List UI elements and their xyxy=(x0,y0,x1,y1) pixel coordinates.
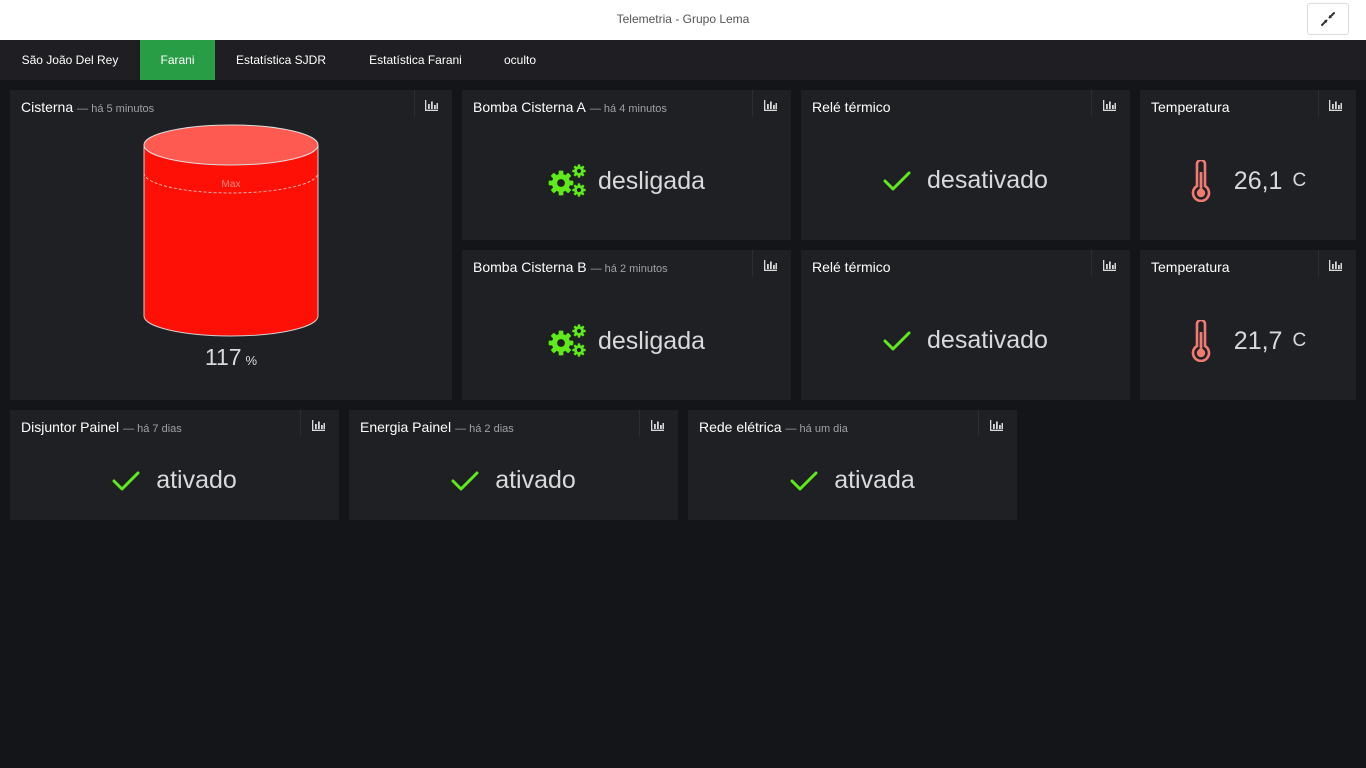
temperature-reading: 21,7 C xyxy=(1140,320,1356,362)
tab-farani[interactable]: Farani xyxy=(140,40,215,80)
panel-title-text: Energia Painel xyxy=(360,419,452,435)
panel-rele-termico-b: Relé térmico desativado xyxy=(801,250,1130,400)
divider xyxy=(300,410,301,436)
panel-title: Bomba Cisterna B — há 2 minutos xyxy=(473,259,668,275)
panel-bomba-cisterna-a: Bomba Cisterna A — há 4 minutos desligada xyxy=(462,90,791,240)
panel-rede-eletrica: Rede elétrica — há um dia ativada xyxy=(688,410,1017,520)
panel-temperatura-a: Temperatura 26,1 C xyxy=(1140,90,1356,240)
pump-status: desligada xyxy=(462,164,791,198)
divider xyxy=(1318,250,1319,276)
relay-status-text: desativado xyxy=(927,166,1048,194)
compress-icon xyxy=(1321,12,1335,26)
last-update: — há 7 dias xyxy=(123,423,182,435)
panel-title-text: Bomba Cisterna B xyxy=(473,259,587,275)
tab-estatistica-farani[interactable]: Estatística Farani xyxy=(347,40,484,80)
tank-level-unit: % xyxy=(245,353,258,368)
panel-title: Bomba Cisterna A — há 4 minutos xyxy=(473,99,667,115)
relay-status: desativado xyxy=(801,166,1130,195)
divider xyxy=(1091,250,1092,276)
panel-title-text: Rede elétrica xyxy=(699,419,782,435)
check-icon xyxy=(883,170,911,192)
panel-title: Relé térmico xyxy=(812,99,891,115)
panel-disjuntor-painel: Disjuntor Painel — há 7 dias ativado xyxy=(10,410,339,520)
chart-icon[interactable] xyxy=(425,100,438,111)
last-update: — há 5 minutos xyxy=(77,103,155,115)
tank-level: 117% xyxy=(10,344,452,371)
last-update: — há 2 minutos xyxy=(590,263,668,275)
chart-icon[interactable] xyxy=(651,420,664,431)
check-icon xyxy=(883,330,911,352)
chart-icon[interactable] xyxy=(1103,100,1116,111)
tab-sao-joao-del-rey[interactable]: São João Del Rey xyxy=(0,40,140,80)
panel-title: Temperatura xyxy=(1151,259,1230,275)
panel-title-text: Bomba Cisterna A xyxy=(473,99,586,115)
temperature-reading: 26,1 C xyxy=(1140,160,1356,202)
panel-cisterna: Cisterna — há 5 minutos Max 117% xyxy=(10,90,452,400)
panel-title: Energia Painel — há 2 dias xyxy=(360,419,514,435)
panel-energia-painel: Energia Painel — há 2 dias ativado xyxy=(349,410,678,520)
max-label: Max xyxy=(222,179,241,190)
divider xyxy=(752,250,753,276)
energy-status-text: ativado xyxy=(495,466,576,494)
pump-status: desligada xyxy=(462,324,791,358)
breaker-status-text: ativado xyxy=(156,466,237,494)
pump-status-text: desligada xyxy=(597,326,706,355)
tank-level-value: 117 xyxy=(204,344,242,370)
check-icon xyxy=(451,470,479,492)
grid-status-text: ativada xyxy=(834,466,915,494)
gears-icon xyxy=(548,164,586,197)
chart-icon[interactable] xyxy=(764,100,777,111)
panel-temperatura-b: Temperatura 21,7 C xyxy=(1140,250,1356,400)
temperature-value: 26,1 xyxy=(1233,166,1283,195)
chart-icon[interactable] xyxy=(312,420,325,431)
temperature-unit: C xyxy=(1292,330,1307,351)
panel-title: Rede elétrica — há um dia xyxy=(699,419,848,435)
divider xyxy=(414,90,415,116)
thermometer-icon xyxy=(1190,320,1212,362)
last-update: — há um dia xyxy=(785,423,848,435)
panel-bomba-cisterna-b: Bomba Cisterna B — há 2 minutos desligada xyxy=(462,250,791,400)
divider xyxy=(1091,90,1092,116)
tab-estatistica-sjdr[interactable]: Estatística SJDR xyxy=(215,40,347,80)
divider xyxy=(1318,90,1319,116)
divider xyxy=(978,410,979,436)
exit-fullscreen-button[interactable] xyxy=(1307,3,1349,35)
page-title: Telemetria - Grupo Lema xyxy=(616,12,750,26)
breaker-status: ativado xyxy=(10,466,339,495)
relay-status-text: desativado xyxy=(927,326,1048,354)
divider xyxy=(752,90,753,116)
temperature-unit: C xyxy=(1292,170,1307,191)
panel-title-text: Disjuntor Painel xyxy=(21,419,120,435)
thermometer-icon xyxy=(1190,160,1212,202)
check-icon xyxy=(790,470,818,492)
check-icon xyxy=(112,470,140,492)
last-update: — há 2 dias xyxy=(455,423,514,435)
relay-status: desativado xyxy=(801,326,1130,355)
chart-icon[interactable] xyxy=(764,260,777,271)
pump-status-text: desligada xyxy=(597,166,706,195)
grid-status: ativada xyxy=(688,466,1017,495)
dashboard-tabs: São João Del Rey Farani Estatística SJDR… xyxy=(0,40,1366,80)
energy-status: ativado xyxy=(349,466,678,495)
chart-icon[interactable] xyxy=(1103,260,1116,271)
chart-icon[interactable] xyxy=(990,420,1003,431)
last-update: — há 4 minutos xyxy=(589,103,667,115)
panel-title: Temperatura xyxy=(1151,99,1230,115)
chart-icon[interactable] xyxy=(1329,260,1342,271)
divider xyxy=(639,410,640,436)
panel-title: Disjuntor Painel — há 7 dias xyxy=(21,419,182,435)
temperature-value: 21,7 xyxy=(1233,326,1283,355)
panel-title-text: Cisterna xyxy=(21,99,74,115)
panel-title: Cisterna — há 5 minutos xyxy=(21,99,154,115)
gears-icon xyxy=(548,324,586,357)
panel-title: Relé térmico xyxy=(812,259,891,275)
chart-icon[interactable] xyxy=(1329,100,1342,111)
tank-gauge: Max xyxy=(143,124,319,337)
tab-oculto[interactable]: oculto xyxy=(484,40,556,80)
top-bar: Telemetria - Grupo Lema xyxy=(0,0,1366,40)
panel-rele-termico-a: Relé térmico desativado xyxy=(801,90,1130,240)
